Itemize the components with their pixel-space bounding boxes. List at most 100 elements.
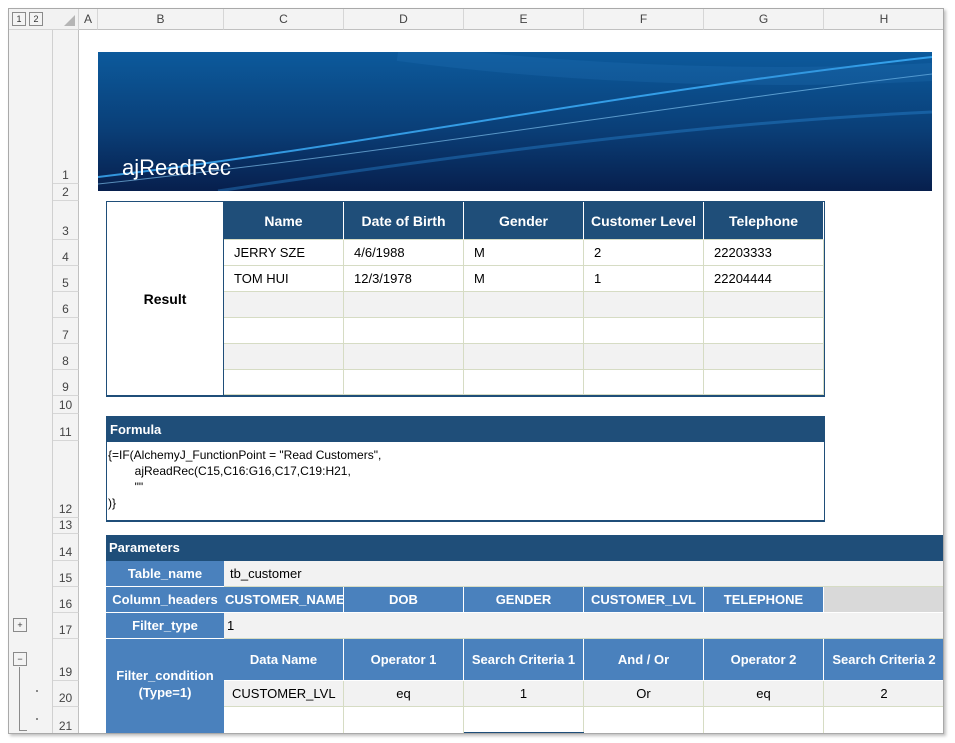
result-cell[interactable] <box>584 344 704 370</box>
row-header-7[interactable]: 7 <box>53 318 79 344</box>
condition-cell[interactable]: eq <box>704 681 824 707</box>
formula-text[interactable]: {=IF(AlchemyJ_FunctionPoint = "Read Cust… <box>108 447 808 511</box>
column-header-a[interactable]: A <box>79 9 98 30</box>
row-header-1[interactable]: 1 <box>53 30 79 184</box>
group-bracket-line <box>19 667 20 731</box>
result-header-telephone: Telephone <box>704 202 824 240</box>
result-cell[interactable]: M <box>464 240 584 266</box>
condition-header: Operator 1 <box>344 639 464 681</box>
result-cell[interactable] <box>584 370 704 395</box>
group-bracket-end <box>19 730 27 731</box>
row-header-12[interactable]: 12 <box>53 441 79 518</box>
result-cell[interactable] <box>584 292 704 318</box>
result-cell[interactable]: M <box>464 266 584 292</box>
result-cell[interactable]: JERRY SZE <box>224 240 344 266</box>
result-cell[interactable]: TOM HUI <box>224 266 344 292</box>
column-header-c[interactable]: C <box>224 9 344 30</box>
result-cell[interactable] <box>704 292 824 318</box>
row-header-3[interactable]: 3 <box>53 201 79 240</box>
condition-cell[interactable]: eq <box>344 681 464 707</box>
result-cell[interactable] <box>224 318 344 344</box>
result-cell[interactable]: 1 <box>584 266 704 292</box>
expand-group-button[interactable]: + <box>13 618 27 632</box>
outline-level-1-button[interactable]: 1 <box>12 12 26 26</box>
group-dot <box>36 690 38 692</box>
condition-cell[interactable] <box>824 707 943 733</box>
result-cell[interactable] <box>704 344 824 370</box>
condition-cell[interactable] <box>344 707 464 733</box>
column-header-g[interactable]: G <box>704 9 824 30</box>
result-cell[interactable] <box>224 292 344 318</box>
result-cell[interactable] <box>224 370 344 395</box>
condition-header: Operator 2 <box>704 639 824 681</box>
column-header-param[interactable]: DOB <box>344 587 464 613</box>
condition-bottom-border <box>464 732 584 733</box>
row-header-11[interactable]: 11 <box>53 414 79 441</box>
condition-cell[interactable] <box>704 707 824 733</box>
row-header-10[interactable]: 10 <box>53 396 79 414</box>
result-cell[interactable]: 4/6/1988 <box>344 240 464 266</box>
result-cell[interactable] <box>464 344 584 370</box>
column-header-param[interactable]: CUSTOMER_NAME <box>224 587 344 613</box>
result-cell[interactable] <box>464 370 584 395</box>
condition-header: And / Or <box>584 639 704 681</box>
filter-type-value[interactable]: 1 <box>224 613 943 639</box>
result-cell[interactable] <box>344 318 464 344</box>
condition-cell[interactable] <box>464 707 584 733</box>
condition-cell[interactable]: Or <box>584 681 704 707</box>
result-cell[interactable] <box>224 344 344 370</box>
condition-cell[interactable]: CUSTOMER_LVL <box>224 681 344 707</box>
condition-cell[interactable]: 1 <box>464 681 584 707</box>
spreadsheet-window: 1 2 A B C D E F G H + − 1 2 3 4 5 6 7 8 … <box>8 8 944 734</box>
column-header-d[interactable]: D <box>344 9 464 30</box>
condition-cell[interactable] <box>584 707 704 733</box>
result-cell[interactable]: 22204444 <box>704 266 824 292</box>
column-header-param[interactable]: TELEPHONE <box>704 587 824 613</box>
column-header-param[interactable]: CUSTOMER_LVL <box>584 587 704 613</box>
filter-condition-label-line: Filter_condition <box>116 668 214 683</box>
select-all-icon[interactable] <box>64 15 75 26</box>
result-cell[interactable] <box>344 344 464 370</box>
row-header-21[interactable]: 21 <box>53 707 79 733</box>
result-cell[interactable] <box>584 318 704 344</box>
row-header-2[interactable]: 2 <box>53 184 79 201</box>
row-header-19[interactable]: 19 <box>53 639 79 681</box>
result-cell[interactable] <box>704 318 824 344</box>
condition-header: Search Criteria 1 <box>464 639 584 681</box>
result-cell[interactable]: 12/3/1978 <box>344 266 464 292</box>
row-header-14[interactable]: 14 <box>53 534 79 561</box>
result-label: Result <box>107 202 224 395</box>
row-header-8[interactable]: 8 <box>53 344 79 370</box>
result-cell[interactable]: 22203333 <box>704 240 824 266</box>
row-header-4[interactable]: 4 <box>53 240 79 266</box>
column-headers-label: Column_headers <box>106 587 224 613</box>
condition-cell[interactable] <box>224 707 344 733</box>
row-header-20[interactable]: 20 <box>53 681 79 707</box>
formula-line: "" <box>108 480 144 494</box>
row-header-15[interactable]: 15 <box>53 561 79 587</box>
row-header-9[interactable]: 9 <box>53 370 79 396</box>
result-cell[interactable] <box>464 292 584 318</box>
column-header-e[interactable]: E <box>464 9 584 30</box>
row-header-6[interactable]: 6 <box>53 292 79 318</box>
column-header-param-empty[interactable] <box>824 587 943 613</box>
result-cell[interactable] <box>344 292 464 318</box>
table-name-value[interactable]: tb_customer <box>224 561 943 587</box>
column-header-f[interactable]: F <box>584 9 704 30</box>
result-cell[interactable] <box>464 318 584 344</box>
column-header-h[interactable]: H <box>824 9 943 30</box>
result-cell[interactable] <box>704 370 824 395</box>
outline-level-2-button[interactable]: 2 <box>29 12 43 26</box>
collapse-group-button[interactable]: − <box>13 652 27 666</box>
condition-cell[interactable]: 2 <box>824 681 943 707</box>
row-header-13[interactable]: 13 <box>53 518 79 534</box>
formula-line: {=IF(AlchemyJ_FunctionPoint = "Read Cust… <box>108 448 382 462</box>
formula-line: )} <box>108 496 117 510</box>
row-header-16[interactable]: 16 <box>53 587 79 613</box>
column-header-b[interactable]: B <box>98 9 224 30</box>
row-header-5[interactable]: 5 <box>53 266 79 292</box>
result-cell[interactable]: 2 <box>584 240 704 266</box>
row-header-17[interactable]: 17 <box>53 613 79 639</box>
column-header-param[interactable]: GENDER <box>464 587 584 613</box>
result-cell[interactable] <box>344 370 464 395</box>
